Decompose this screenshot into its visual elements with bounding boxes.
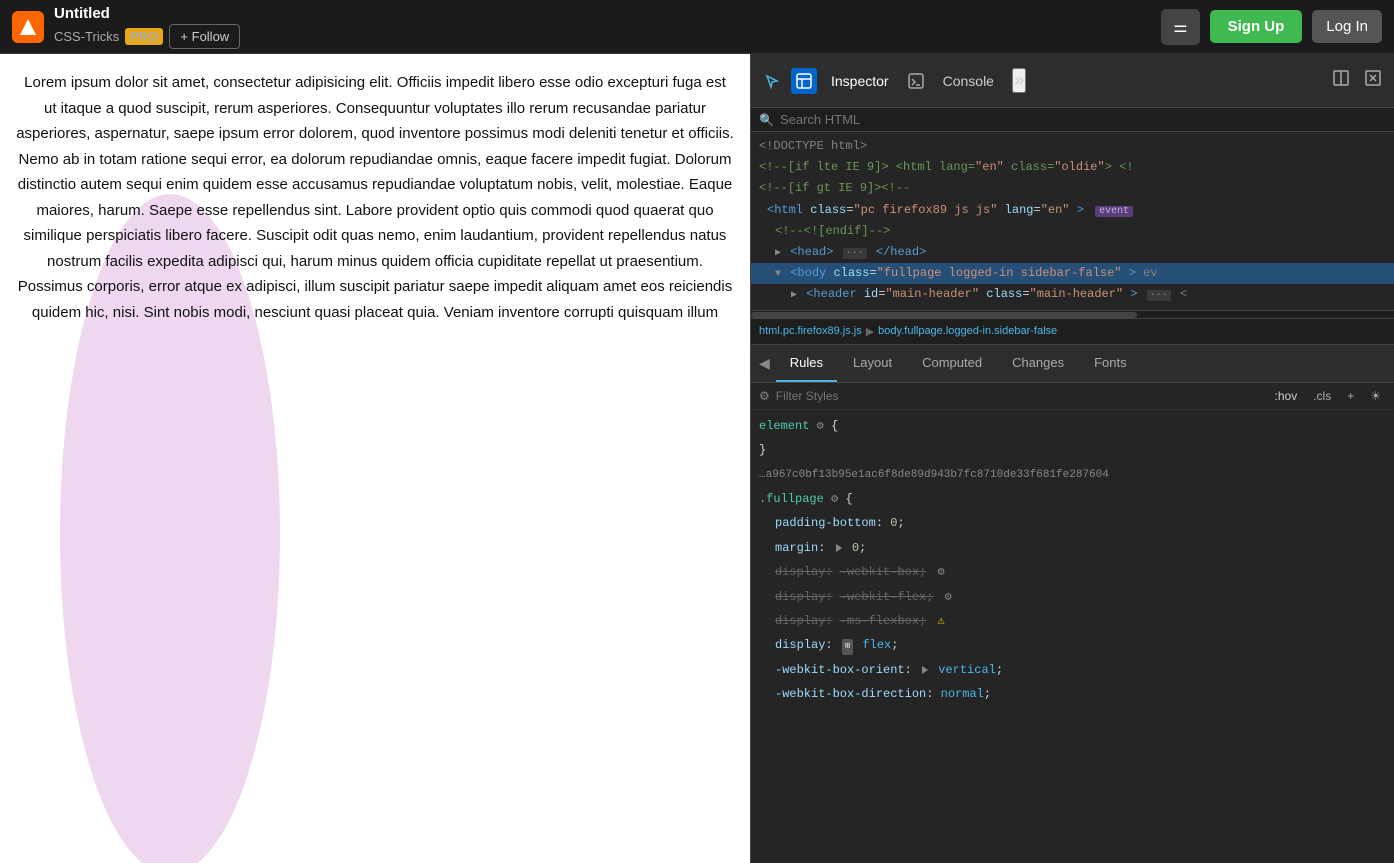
tree-line-header: ▶ <header id="main-header" class="main-h… <box>751 284 1394 305</box>
css-prop-display-flex: display: ⊞ flex; <box>751 633 1394 657</box>
css-selector-fullpage: .fullpage <box>759 492 824 506</box>
pro-badge: PRO <box>125 28 163 45</box>
breadcrumb-path1[interactable]: html.pc.firefox89.js.js <box>759 325 862 337</box>
light-dark-button[interactable]: ☀ <box>1365 387 1386 405</box>
text-content: Lorem ipsum dolor sit amet, consectetur … <box>16 70 734 325</box>
add-rule-button[interactable]: + <box>1342 387 1359 405</box>
more-tools-button[interactable]: » <box>1012 68 1026 93</box>
hov-button[interactable]: :hov <box>1270 387 1303 405</box>
head-ellipsis: ··· <box>843 248 867 259</box>
devtools-panel: Inspector Console » <box>750 54 1394 863</box>
html-tree: <!DOCTYPE html> <!--[if lte IE 9]> <html… <box>751 132 1394 310</box>
breadcrumb: html.pc.firefox89.js.js ▶ body.fullpage.… <box>751 318 1394 345</box>
lorem-text: Lorem ipsum dolor sit amet, consectetur … <box>16 70 734 325</box>
breadcrumb-path2[interactable]: body.fullpage.logged-in.sidebar-false <box>878 325 1057 337</box>
event-badge-html: event <box>1095 206 1133 217</box>
css-prop-padding-bottom: padding-bottom: 0; <box>751 511 1394 535</box>
tab-rules[interactable]: Rules <box>776 345 837 382</box>
menu-icon: ⚌ <box>1173 19 1187 36</box>
filter-icon: ⚙ <box>759 389 770 403</box>
menu-button[interactable]: ⚌ <box>1161 9 1199 45</box>
site-subtitle-row: CSS-Tricks PRO + Follow <box>54 24 240 49</box>
breadcrumb-separator: ▶ <box>866 325 874 338</box>
tab-changes[interactable]: Changes <box>998 345 1078 382</box>
css-content: element ⚙ { } …a967c0bf13b95e1ac6f8de89d… <box>751 410 1394 863</box>
html-tree-scrollbar[interactable] <box>751 310 1394 318</box>
filter-styles-input[interactable] <box>776 389 1264 403</box>
css-hash-text: …a967c0bf13b95e1ac6f8de89d943b7fc8710de3… <box>759 469 1109 481</box>
main-area: Lorem ipsum dolor sit amet, consectetur … <box>0 54 1394 863</box>
console-tab[interactable]: Console <box>935 69 1002 93</box>
margin-arrow-icon <box>836 544 842 552</box>
search-icon: 🔍 <box>759 113 774 127</box>
tree-line-ie9: <!--[if lte IE 9]> <html lang="en" class… <box>751 157 1394 178</box>
rules-back-button[interactable]: ◀ <box>755 351 774 376</box>
site-subtitle-text: CSS-Tricks <box>54 29 119 44</box>
css-prop-display-webkit-box: display: -webkit-box; ⚙ <box>751 560 1394 584</box>
tree-line-gtie9: <!--[if gt IE 9]><!-- <box>751 178 1394 199</box>
flex-layout-icon[interactable]: ⊞ <box>842 639 853 654</box>
inspector-tab-label: Inspector <box>831 73 889 89</box>
css-selector-element: element <box>759 419 809 433</box>
search-html-bar: 🔍 <box>751 108 1394 132</box>
tree-line-head: ▶ <head> ··· </head> <box>751 242 1394 263</box>
css-block-fullpage-selector: .fullpage ⚙ { <box>751 487 1394 511</box>
tree-line-html: <html class="pc firefox89 js js" lang="e… <box>751 200 1394 221</box>
css-prop-display-webkit-flex: display: -webkit-flex; ⚙ <box>751 585 1394 609</box>
gear-icon-fullpage: ⚙ <box>831 492 838 506</box>
login-button[interactable]: Log In <box>1312 10 1382 43</box>
css-prop-margin: margin: 0; <box>751 536 1394 560</box>
follow-button[interactable]: + Follow <box>169 24 240 49</box>
close-devtools-button[interactable] <box>1360 65 1386 96</box>
css-prop-webkit-box-orient: -webkit-box-orient: vertical; <box>751 658 1394 682</box>
filter-icon-webkit-flex: ⚙ <box>945 590 952 604</box>
tab-layout[interactable]: Layout <box>839 345 906 382</box>
orient-arrow-icon <box>922 666 928 674</box>
tree-line-body[interactable]: ▼ <body class="fullpage logged-in sideba… <box>751 263 1394 284</box>
site-logo <box>12 11 44 43</box>
dock-button[interactable] <box>1328 65 1354 96</box>
console-tab-button[interactable] <box>903 68 929 94</box>
tab-fonts[interactable]: Fonts <box>1080 345 1141 382</box>
signup-button[interactable]: Sign Up <box>1210 10 1303 43</box>
css-block-hash: …a967c0bf13b95e1ac6f8de89d943b7fc8710de3… <box>751 462 1394 487</box>
warning-icon-ms-flexbox: ⚠ <box>937 614 944 628</box>
gtie9-comment: <!--[if gt IE 9]><!-- <box>759 181 910 195</box>
rules-tabs: ◀ Rules Layout Computed Changes Fonts <box>751 345 1394 383</box>
tab-computed[interactable]: Computed <box>908 345 996 382</box>
inspector-tab-button[interactable] <box>791 68 817 94</box>
css-block-element-close: } <box>751 438 1394 462</box>
inspector-pick-button[interactable] <box>759 68 785 94</box>
css-block-element: element ⚙ { <box>751 414 1394 438</box>
gear-icon-element: ⚙ <box>817 419 824 433</box>
filter-styles-row: ⚙ :hov .cls + ☀ <box>751 383 1394 410</box>
ie9-comment: <!--[if lte IE 9]> <html lang="en" class… <box>759 160 1134 174</box>
inspector-tab[interactable]: Inspector <box>823 69 897 93</box>
tree-line-endif: <!--<![endif]--> <box>751 221 1394 242</box>
devtools-toolbar: Inspector Console » <box>751 54 1394 108</box>
filter-icon-webkit-box: ⚙ <box>937 565 944 579</box>
console-tab-label: Console <box>943 73 994 89</box>
devtools-toolbar-right <box>1328 65 1386 96</box>
search-html-input[interactable] <box>780 112 1386 127</box>
topbar: Untitled CSS-Tricks PRO + Follow ⚌ Sign … <box>0 0 1394 54</box>
tree-line-doctype: <!DOCTYPE html> <box>751 136 1394 157</box>
css-prop-webkit-box-direction: -webkit-box-direction: normal; <box>751 682 1394 706</box>
site-title: Untitled <box>54 5 240 22</box>
css-prop-display-ms-flexbox: display: -ms-flexbox; ⚠ <box>751 609 1394 633</box>
doctype-text: <!DOCTYPE html> <box>759 139 867 153</box>
cls-button[interactable]: .cls <box>1308 387 1336 405</box>
content-area: Lorem ipsum dolor sit amet, consectetur … <box>0 54 750 863</box>
